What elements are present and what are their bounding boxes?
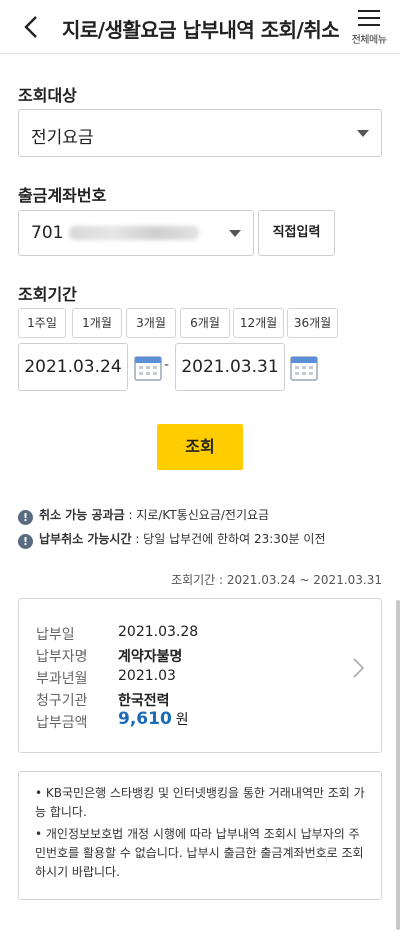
billing-month-label: 부과년월: [36, 671, 88, 687]
period-option-6month[interactable]: 6개월: [180, 308, 230, 338]
account-select[interactable]: 701: [18, 210, 254, 256]
target-select[interactable]: 전기요금: [18, 109, 382, 157]
info-icon: !: [18, 510, 33, 525]
billing-agency-value: 한국전력: [118, 693, 170, 709]
target-label: 조회대상: [18, 86, 77, 105]
chevron-right-icon[interactable]: [351, 657, 365, 679]
payer-name-label: 납부자명: [36, 649, 88, 665]
payment-date-label: 납부일: [36, 627, 75, 643]
scrollbar[interactable]: [396, 600, 400, 930]
info-icon: !: [18, 534, 33, 549]
search-button[interactable]: 조회: [157, 424, 243, 470]
start-date-field[interactable]: 2021.03.24: [18, 343, 128, 391]
account-value: 701: [31, 223, 200, 243]
dropdown-caret-icon: [229, 230, 241, 237]
account-label: 출금계좌번호: [18, 186, 107, 205]
notice-text: : 당일 납부건에 한하여 23:30분 이전: [131, 532, 326, 546]
payment-result-card[interactable]: 납부일 2021.03.28 납부자명 계약자불명 부과년월 2021.03 청…: [18, 598, 382, 753]
payment-amount-value: 9,610: [118, 709, 172, 729]
period-option-3month[interactable]: 3개월: [126, 308, 176, 338]
period-option-1month[interactable]: 1개월: [72, 308, 122, 338]
notice-cancelable-bills: ! 취소 가능 공과금 : 지로/KT통신요금/전기요금: [18, 506, 269, 525]
full-menu-label: 전체메뉴: [351, 35, 387, 46]
payment-amount: 9,610 원: [118, 709, 189, 729]
dropdown-caret-icon: [357, 130, 369, 137]
notice-cancel-time: ! 납부취소 가능시간 : 당일 납부건에 한하여 23:30분 이전: [18, 530, 326, 549]
full-menu-button[interactable]: 전체메뉴: [346, 6, 392, 50]
search-range-text: 조회기간 : 2021.03.24 ~ 2021.03.31: [171, 573, 382, 587]
account-number-prefix: 701: [31, 223, 64, 243]
calendar-icon[interactable]: [290, 353, 318, 381]
direct-input-button[interactable]: 직접입력: [258, 210, 335, 256]
payment-amount-label: 납부금액: [36, 715, 88, 731]
back-button[interactable]: [16, 12, 46, 42]
billing-month-value: 2021.03: [118, 668, 176, 684]
end-date-field[interactable]: 2021.03.31: [175, 343, 285, 391]
notice-title: 취소 가능 공과금: [39, 508, 125, 522]
back-arrow-icon: [24, 16, 37, 38]
info-note-1: • KB국민은행 스타뱅킹 및 인터넷뱅킹을 통한 거래내역만 조회 가능 합니…: [35, 786, 365, 819]
app-header: 지로/생활요금 납부내역 조회/취소 전체메뉴: [0, 0, 400, 54]
page-title: 지로/생활요금 납부내역 조회/취소: [62, 18, 340, 42]
notice-text: : 지로/KT통신요금/전기요금: [124, 508, 270, 522]
info-note-2: • 개인정보보호법 개정 시행에 따라 납부내역 조회시 납부자의 주민번호를 …: [35, 827, 364, 879]
masked-account-number: [69, 226, 200, 240]
info-notes-box: • KB국민은행 스타뱅킹 및 인터넷뱅킹을 통한 거래내역만 조회 가능 합니…: [18, 771, 382, 900]
target-select-value: 전기요금: [31, 128, 94, 148]
period-option-12month[interactable]: 12개월: [233, 308, 284, 338]
calendar-icon[interactable]: [134, 353, 162, 381]
notice-title: 납부취소 가능시간: [39, 532, 132, 546]
payer-name-value: 계약자불명: [118, 649, 183, 665]
billing-agency-label: 청구기관: [36, 693, 88, 709]
period-label: 조회기간: [18, 285, 77, 304]
period-option-1week[interactable]: 1주일: [18, 308, 66, 338]
payment-date-value: 2021.03.28: [118, 624, 199, 640]
period-option-36month[interactable]: 36개월: [287, 308, 338, 338]
currency-unit: 원: [175, 712, 189, 728]
date-separator: -: [164, 357, 170, 373]
hamburger-icon: [358, 10, 380, 26]
